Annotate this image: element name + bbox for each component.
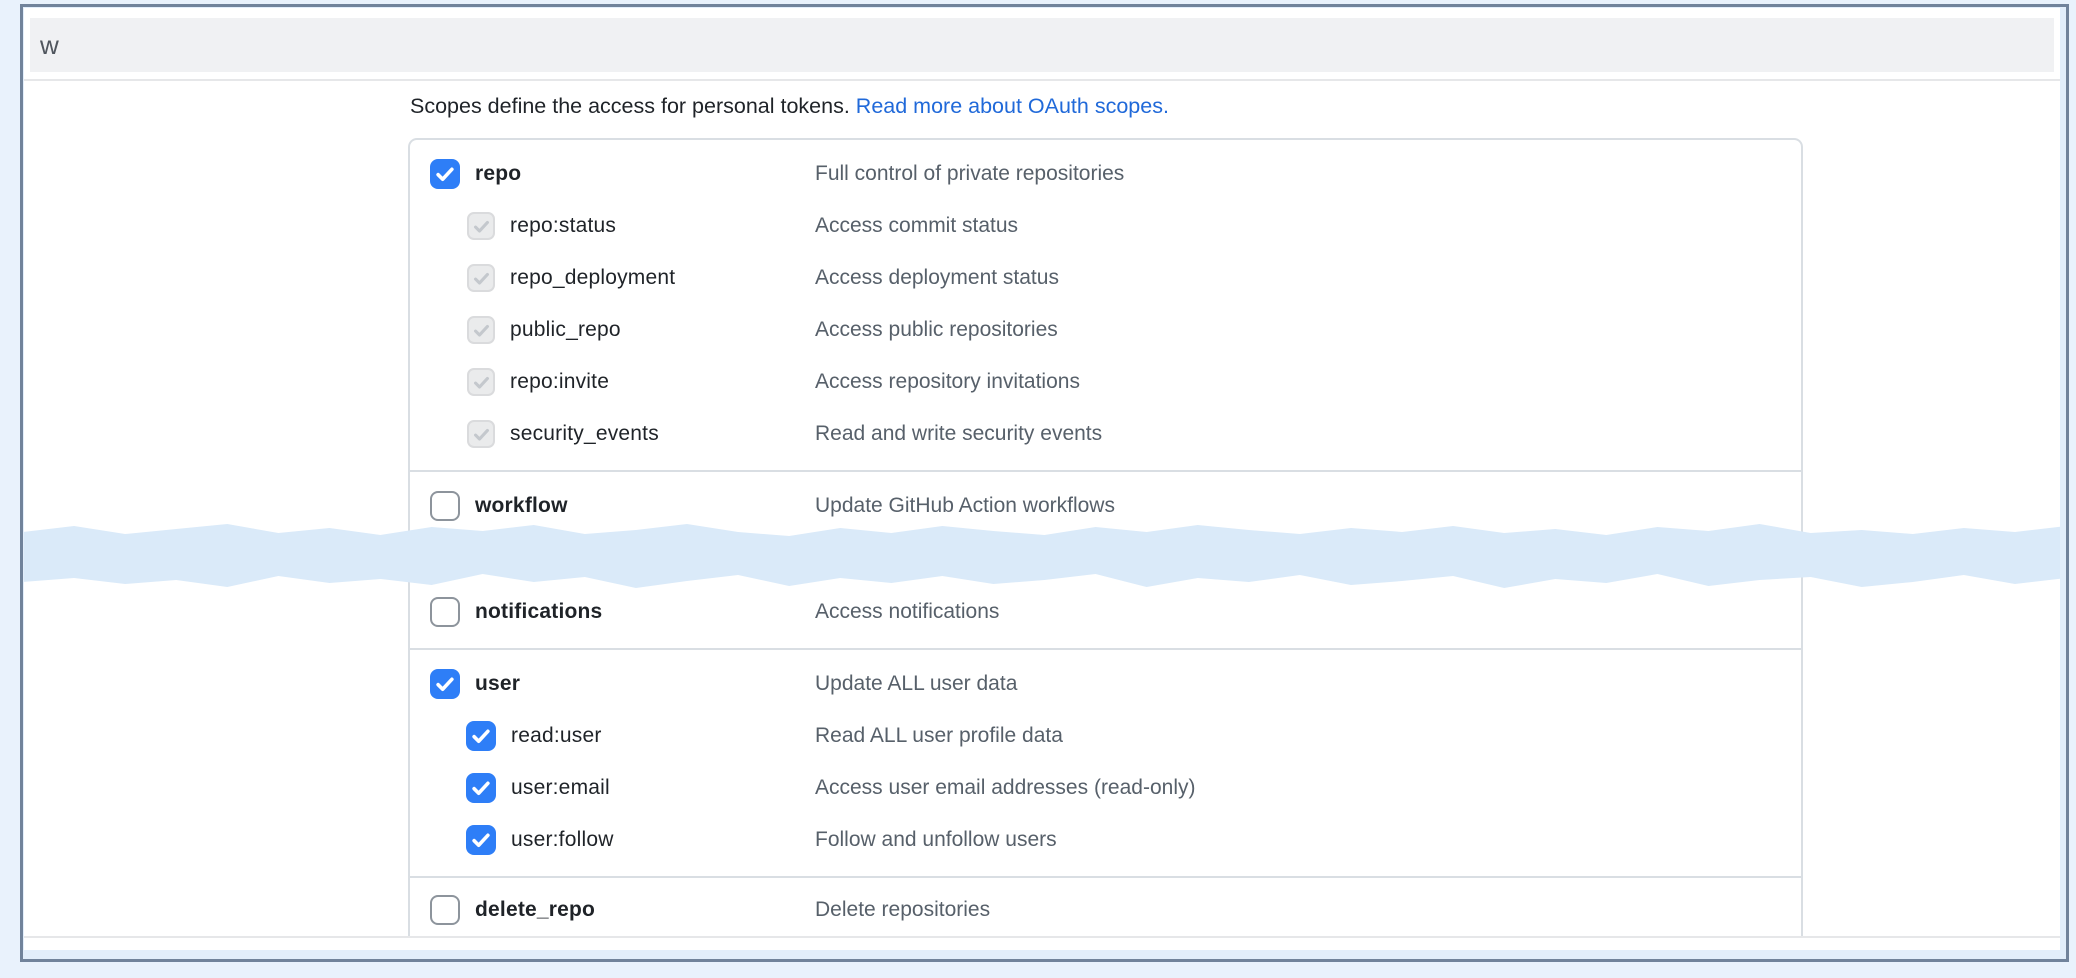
scope-label: repo bbox=[475, 162, 521, 186]
checkbox-read-user[interactable] bbox=[466, 721, 496, 751]
scope-description: Update ALL user data bbox=[815, 672, 1017, 696]
checkbox-workflow[interactable] bbox=[430, 491, 460, 521]
scope-group-repo: repo Full control of private repositorie… bbox=[410, 140, 1801, 470]
scope-group-delete-repo: delete_repo Delete repositories bbox=[410, 876, 1801, 938]
scope-row-delete-repo: delete_repo Delete repositories bbox=[410, 884, 1801, 936]
scope-label: notifications bbox=[475, 600, 602, 624]
scope-row-repo-invite: repo:invite Access repository invitation… bbox=[410, 356, 1801, 408]
scope-label: repo_deployment bbox=[510, 266, 675, 290]
scope-description: Full control of private repositories bbox=[815, 162, 1124, 186]
scope-row-user-follow: user:follow Follow and unfollow users bbox=[410, 814, 1801, 866]
scope-description: Access commit status bbox=[815, 214, 1018, 238]
checkmark-icon bbox=[434, 163, 456, 185]
scope-label: read:user bbox=[511, 724, 602, 748]
divider bbox=[24, 79, 2060, 81]
checkmark-icon bbox=[472, 425, 491, 444]
scopes-intro-text: Scopes define the access for personal to… bbox=[410, 94, 856, 118]
checkbox-user[interactable] bbox=[430, 669, 460, 699]
scope-label: security_events bbox=[510, 422, 659, 446]
scope-description: Access deployment status bbox=[815, 266, 1059, 290]
scope-row-security-events: security_events Read and write security … bbox=[410, 408, 1801, 460]
scope-row-repo: repo Full control of private repositorie… bbox=[410, 148, 1801, 200]
scope-row-repo-status: repo:status Access commit status bbox=[410, 200, 1801, 252]
scope-row-read-user: read:user Read ALL user profile data bbox=[410, 710, 1801, 762]
checkmark-icon bbox=[470, 777, 492, 799]
scope-description: Delete repositories bbox=[815, 898, 990, 922]
checkmark-icon bbox=[470, 725, 492, 747]
checkbox-security-events bbox=[467, 420, 495, 448]
scope-description: Follow and unfollow users bbox=[815, 828, 1057, 852]
scope-description: Update GitHub Action workflows bbox=[815, 494, 1115, 518]
scope-description: Access notifications bbox=[815, 600, 999, 624]
torn-row bbox=[410, 542, 1801, 578]
scopes-list: repo Full control of private repositorie… bbox=[408, 138, 1803, 938]
scope-row-user-email: user:email Access user email addresses (… bbox=[410, 762, 1801, 814]
scope-row-repo-deployment: repo_deployment Access deployment status bbox=[410, 252, 1801, 304]
scope-description: Read and write security events bbox=[815, 422, 1102, 446]
top-input-value: w bbox=[40, 30, 59, 61]
top-input[interactable]: w bbox=[30, 18, 2054, 72]
checkmark-icon bbox=[434, 673, 456, 695]
scope-description: Access user email addresses (read-only) bbox=[815, 776, 1195, 800]
checkbox-repo-status bbox=[467, 212, 495, 240]
checkbox-user-email[interactable] bbox=[466, 773, 496, 803]
checkbox-delete-repo[interactable] bbox=[430, 895, 460, 925]
scope-label: user:email bbox=[511, 776, 610, 800]
checkbox-public-repo bbox=[467, 316, 495, 344]
scope-row-public-repo: public_repo Access public repositories bbox=[410, 304, 1801, 356]
scope-label: repo:status bbox=[510, 214, 616, 238]
scope-label: delete_repo bbox=[475, 898, 595, 922]
oauth-scopes-link[interactable]: Read more about OAuth scopes. bbox=[856, 94, 1169, 118]
scope-group-user: user Update ALL user data read:user Read… bbox=[410, 648, 1801, 876]
scope-label: user bbox=[475, 672, 520, 696]
window-frame: w Scopes define the access for personal … bbox=[20, 4, 2069, 962]
bottom-divider bbox=[24, 936, 2060, 938]
checkbox-repo-deployment bbox=[467, 264, 495, 292]
scope-row-workflow: workflow Update GitHub Action workflows bbox=[410, 480, 1801, 532]
scope-row-notifications: notifications Access notifications bbox=[410, 586, 1801, 638]
scope-description: Access public repositories bbox=[815, 318, 1058, 342]
checkmark-icon bbox=[472, 373, 491, 392]
scope-label: public_repo bbox=[510, 318, 621, 342]
scope-label: workflow bbox=[475, 494, 568, 518]
checkmark-icon bbox=[472, 321, 491, 340]
scopes-intro: Scopes define the access for personal to… bbox=[410, 92, 1803, 120]
scope-group-notifications: notifications Access notifications bbox=[410, 578, 1801, 648]
page-canvas: w Scopes define the access for personal … bbox=[24, 8, 2060, 950]
scope-row-user: user Update ALL user data bbox=[410, 658, 1801, 710]
scope-description: Read ALL user profile data bbox=[815, 724, 1063, 748]
scope-label: repo:invite bbox=[510, 370, 609, 394]
scope-description: Access repository invitations bbox=[815, 370, 1080, 394]
scope-label: user:follow bbox=[511, 828, 614, 852]
checkmark-icon bbox=[470, 829, 492, 851]
checkbox-notifications[interactable] bbox=[430, 597, 460, 627]
checkbox-repo-invite bbox=[467, 368, 495, 396]
checkmark-icon bbox=[472, 269, 491, 288]
scopes-section: Scopes define the access for personal to… bbox=[408, 92, 1803, 938]
checkbox-user-follow[interactable] bbox=[466, 825, 496, 855]
checkbox-repo[interactable] bbox=[430, 159, 460, 189]
checkmark-icon bbox=[472, 217, 491, 236]
